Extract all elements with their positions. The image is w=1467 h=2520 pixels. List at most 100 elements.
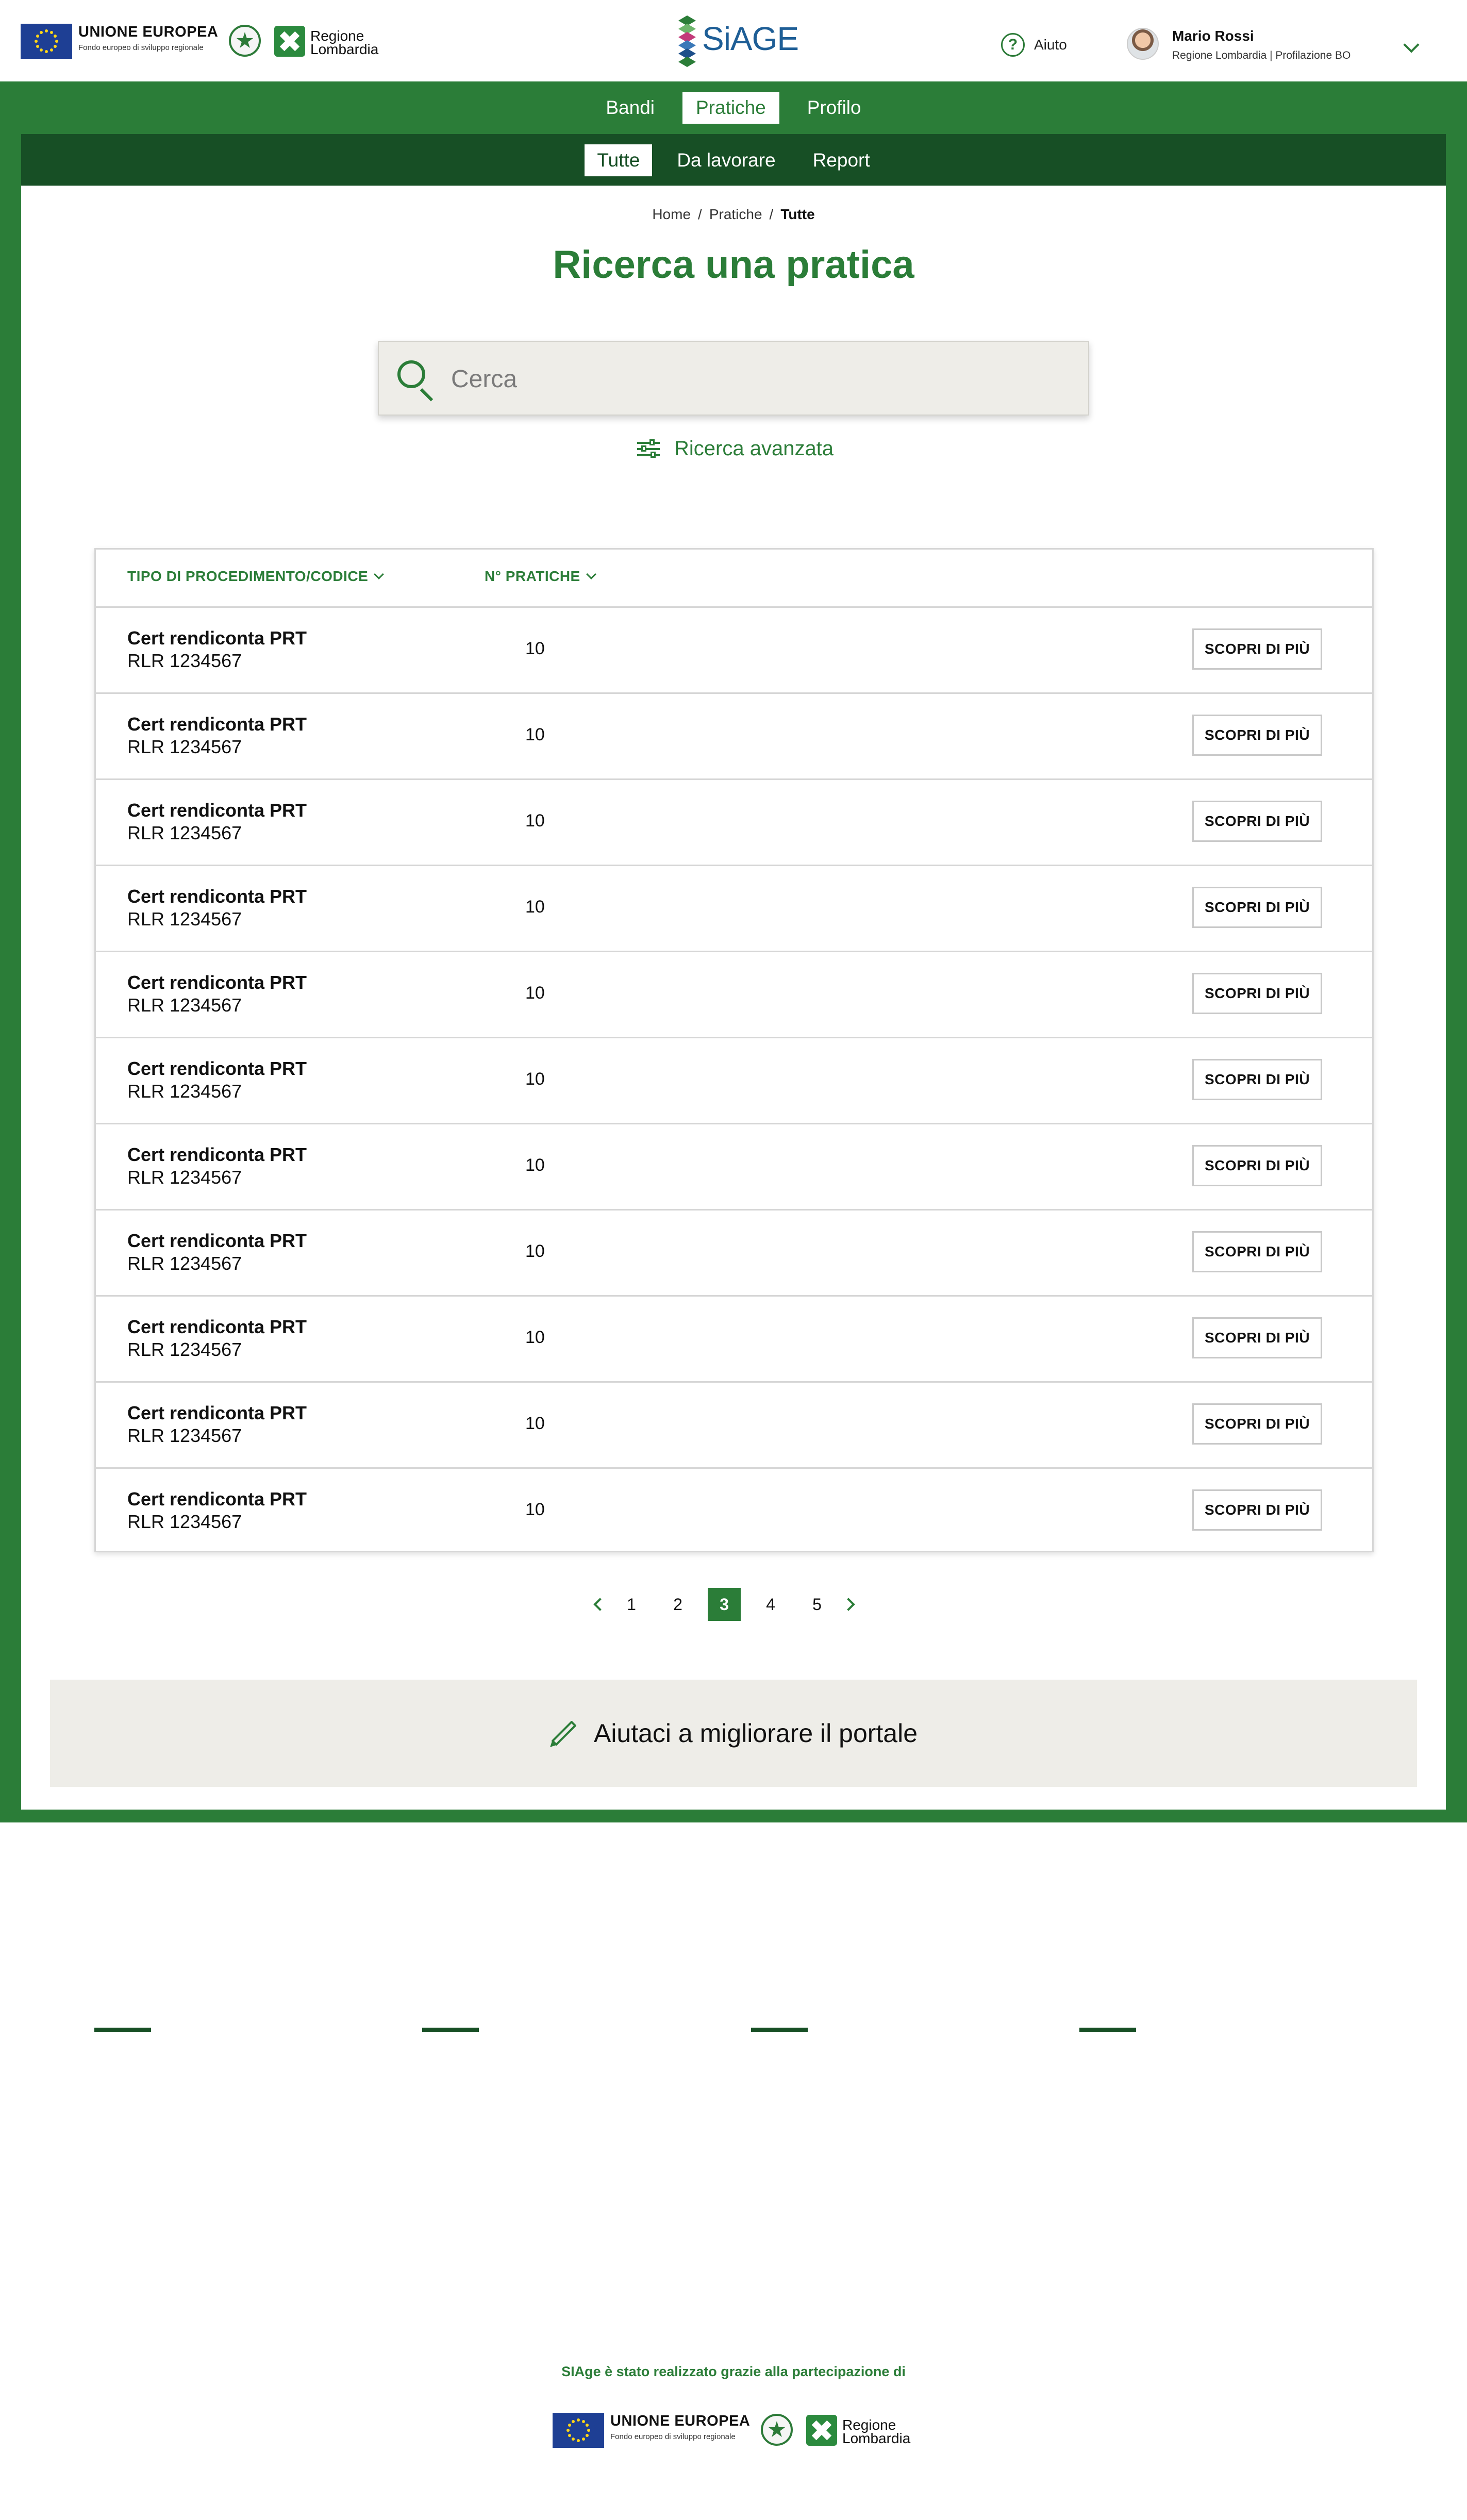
footer-link-faq[interactable]: FAQ bbox=[751, 2137, 998, 2159]
discover-more-button[interactable]: SCOPRI DI PIÙ bbox=[1192, 1059, 1322, 1100]
discover-more-button[interactable]: SCOPRI DI PIÙ bbox=[1192, 715, 1322, 756]
page-1[interactable]: 1 bbox=[615, 1588, 648, 1621]
table-header: TIPO DI PROCEDIMENTO/CODICE N° PRATICHE bbox=[96, 550, 1372, 608]
eu-flag-icon bbox=[553, 2413, 604, 2448]
footer-eu-subtitle: Fondo europeo di sviluppo regionale bbox=[610, 2432, 736, 2441]
advanced-search-label: Ricerca avanzata bbox=[674, 437, 834, 460]
eu-star-icon bbox=[582, 2419, 585, 2423]
discover-more-button[interactable]: SCOPRI DI PIÙ bbox=[1192, 1317, 1322, 1358]
footer-link-tutti-i-bandi[interactable]: Tutti i bandi bbox=[751, 2099, 998, 2120]
row-count: 10 bbox=[525, 811, 545, 831]
row-procedure-name: Cert rendiconta PRT bbox=[127, 1058, 307, 1079]
table-row: Cert rendiconta PRT RLR 1234567 10 SCOPRI D… bbox=[96, 1038, 1372, 1124]
row-procedure-code: RLR 1234567 bbox=[127, 1081, 242, 1102]
eu-star-icon bbox=[40, 30, 43, 34]
footer-col-sitemap: Sitemap Accedi Tutti i bandi FAQ bbox=[751, 1980, 998, 2175]
eu-stars bbox=[34, 29, 59, 54]
row-procedure-code: RLR 1234567 bbox=[127, 1425, 242, 1446]
eu-star-icon bbox=[36, 35, 39, 38]
eu-star-icon bbox=[572, 2438, 575, 2441]
discover-more-button[interactable]: SCOPRI DI PIÙ bbox=[1192, 628, 1322, 670]
row-count: 10 bbox=[525, 725, 545, 744]
help-link[interactable]: ? Aiuto bbox=[1001, 33, 1067, 57]
feedback-banner[interactable]: Aiutaci a migliorare il portale bbox=[50, 1680, 1417, 1787]
row-count: 10 bbox=[525, 1241, 545, 1261]
subnav-item-da-lavorare[interactable]: Da lavorare bbox=[664, 144, 788, 176]
footer-eu-title: UNIONE EUROPEA bbox=[610, 2413, 751, 2429]
page-3-current[interactable]: 3 bbox=[708, 1588, 741, 1621]
sponsor-note: SIAge è stato realizzato grazie alla par… bbox=[561, 2364, 906, 2379]
next-page-chevron-icon[interactable] bbox=[840, 1588, 861, 1621]
page-5[interactable]: 5 bbox=[801, 1588, 833, 1621]
row-procedure-code: RLR 1234567 bbox=[127, 1511, 242, 1532]
prev-page-chevron-icon[interactable] bbox=[588, 1588, 608, 1621]
eu-star-icon bbox=[566, 2429, 570, 2432]
row-procedure-name: Cert rendiconta PRT bbox=[127, 886, 307, 907]
page-title: Ricerca una pratica bbox=[553, 243, 914, 287]
footer-link-accedi[interactable]: Accedi bbox=[751, 2061, 998, 2082]
footer-divider bbox=[1079, 2028, 1136, 2032]
discover-more-button[interactable]: SCOPRI DI PIÙ bbox=[1192, 1403, 1322, 1445]
footer-link-cookie[interactable]: Informative agli utenti sull'uso dei coo… bbox=[1079, 2061, 1311, 2104]
page-4[interactable]: 4 bbox=[754, 1588, 787, 1621]
discover-more-button[interactable]: SCOPRI DI PIÙ bbox=[1192, 1231, 1322, 1272]
siage-brand-name[interactable]: SiAGE bbox=[702, 20, 799, 58]
discover-more-button[interactable]: SCOPRI DI PIÙ bbox=[1192, 801, 1322, 842]
sort-chevron-icon bbox=[374, 569, 385, 579]
discover-more-button[interactable]: SCOPRI DI PIÙ bbox=[1192, 1489, 1322, 1531]
column-header-n-pratiche[interactable]: N° PRATICHE bbox=[485, 568, 596, 585]
table-row: Cert rendiconta PRT RLR 1234567 10 SCOPRI D… bbox=[96, 1469, 1372, 1555]
siage-logo-icon[interactable] bbox=[677, 15, 697, 67]
feedback-label: Aiutaci a migliorare il portale bbox=[593, 1719, 918, 1748]
footer-col-title: Note Legali bbox=[1079, 1980, 1205, 2008]
footer-siage-logo[interactable]: SiAGE bbox=[670, 1859, 812, 1918]
sub-nav: Tutte Da lavorare Report bbox=[21, 134, 1446, 186]
sort-chevron-icon bbox=[586, 569, 596, 579]
regione-lombardia-logo-icon bbox=[806, 2415, 837, 2446]
chevron-down-icon[interactable] bbox=[1403, 37, 1420, 53]
footer-link-atti-notifica[interactable]: Atti di notifica bbox=[1079, 2218, 1327, 2240]
eu-star-icon bbox=[40, 48, 43, 52]
advanced-search-link[interactable]: Ricerca avanzata bbox=[637, 437, 833, 460]
footer-brand-name: SiAGE bbox=[697, 1864, 812, 1908]
footer-info-text: Per maggiori informazioni scrivere a: bbox=[422, 2062, 604, 2102]
table-row: Cert rendiconta PRT RLR 1234567 10 SCOPRI D… bbox=[96, 1383, 1372, 1469]
eu-star-icon bbox=[36, 45, 39, 48]
discover-more-button[interactable]: SCOPRI DI PIÙ bbox=[1192, 887, 1322, 928]
eu-star-icon bbox=[55, 40, 58, 43]
row-count: 10 bbox=[525, 1155, 545, 1175]
footer-link-policy-social[interactable]: Policy social media bbox=[1079, 2120, 1327, 2142]
nav-item-profilo[interactable]: Profilo bbox=[794, 92, 875, 124]
page-2[interactable]: 2 bbox=[661, 1588, 694, 1621]
breadcrumb-separator: / bbox=[769, 206, 774, 222]
user-name[interactable]: Mario Rossi bbox=[1172, 28, 1254, 44]
footer-phone-link[interactable]: 800.131.151 bbox=[422, 2197, 670, 2218]
subnav-item-tutte[interactable]: Tutte bbox=[585, 144, 653, 176]
footer-col-regione: Regione Lombardia CF 80050050154 Piazza … bbox=[94, 1980, 362, 2159]
pencil-icon bbox=[551, 1720, 577, 1746]
row-count: 10 bbox=[525, 897, 545, 917]
search-icon[interactable] bbox=[397, 360, 434, 402]
footer-link-privacy[interactable]: Privacy e trattamento dati personali bbox=[1079, 2159, 1311, 2202]
row-procedure-name: Cert rendiconta PRT bbox=[127, 1144, 307, 1165]
column-header-tipo[interactable]: TIPO DI PROCEDIMENTO/CODICE bbox=[127, 568, 385, 585]
footer-email-link[interactable]: siage@regione.lombardia.it bbox=[422, 2120, 670, 2142]
row-count: 10 bbox=[525, 1500, 545, 1519]
discover-more-button[interactable]: SCOPRI DI PIÙ bbox=[1192, 973, 1322, 1014]
footer-col-siage: SiAge Per maggiori informazioni scrivere… bbox=[422, 1980, 670, 2235]
search-input[interactable] bbox=[451, 357, 1070, 401]
avatar[interactable] bbox=[1127, 28, 1159, 60]
breadcrumb-home[interactable]: Home bbox=[652, 206, 691, 222]
row-count: 10 bbox=[525, 1069, 545, 1089]
discover-more-button[interactable]: SCOPRI DI PIÙ bbox=[1192, 1145, 1322, 1186]
nav-item-bandi[interactable]: Bandi bbox=[592, 92, 668, 124]
subnav-item-report[interactable]: Report bbox=[801, 144, 882, 176]
eu-star-icon bbox=[50, 30, 53, 34]
siage-logo-icon bbox=[670, 1859, 691, 1911]
breadcrumb-pratiche[interactable]: Pratiche bbox=[709, 206, 762, 222]
eu-stars bbox=[566, 2418, 591, 2443]
nav-item-pratiche[interactable]: Pratiche bbox=[682, 92, 779, 124]
eu-star-icon bbox=[586, 2424, 589, 2427]
row-procedure-code: RLR 1234567 bbox=[127, 1167, 242, 1188]
eu-star-icon bbox=[568, 2424, 571, 2427]
